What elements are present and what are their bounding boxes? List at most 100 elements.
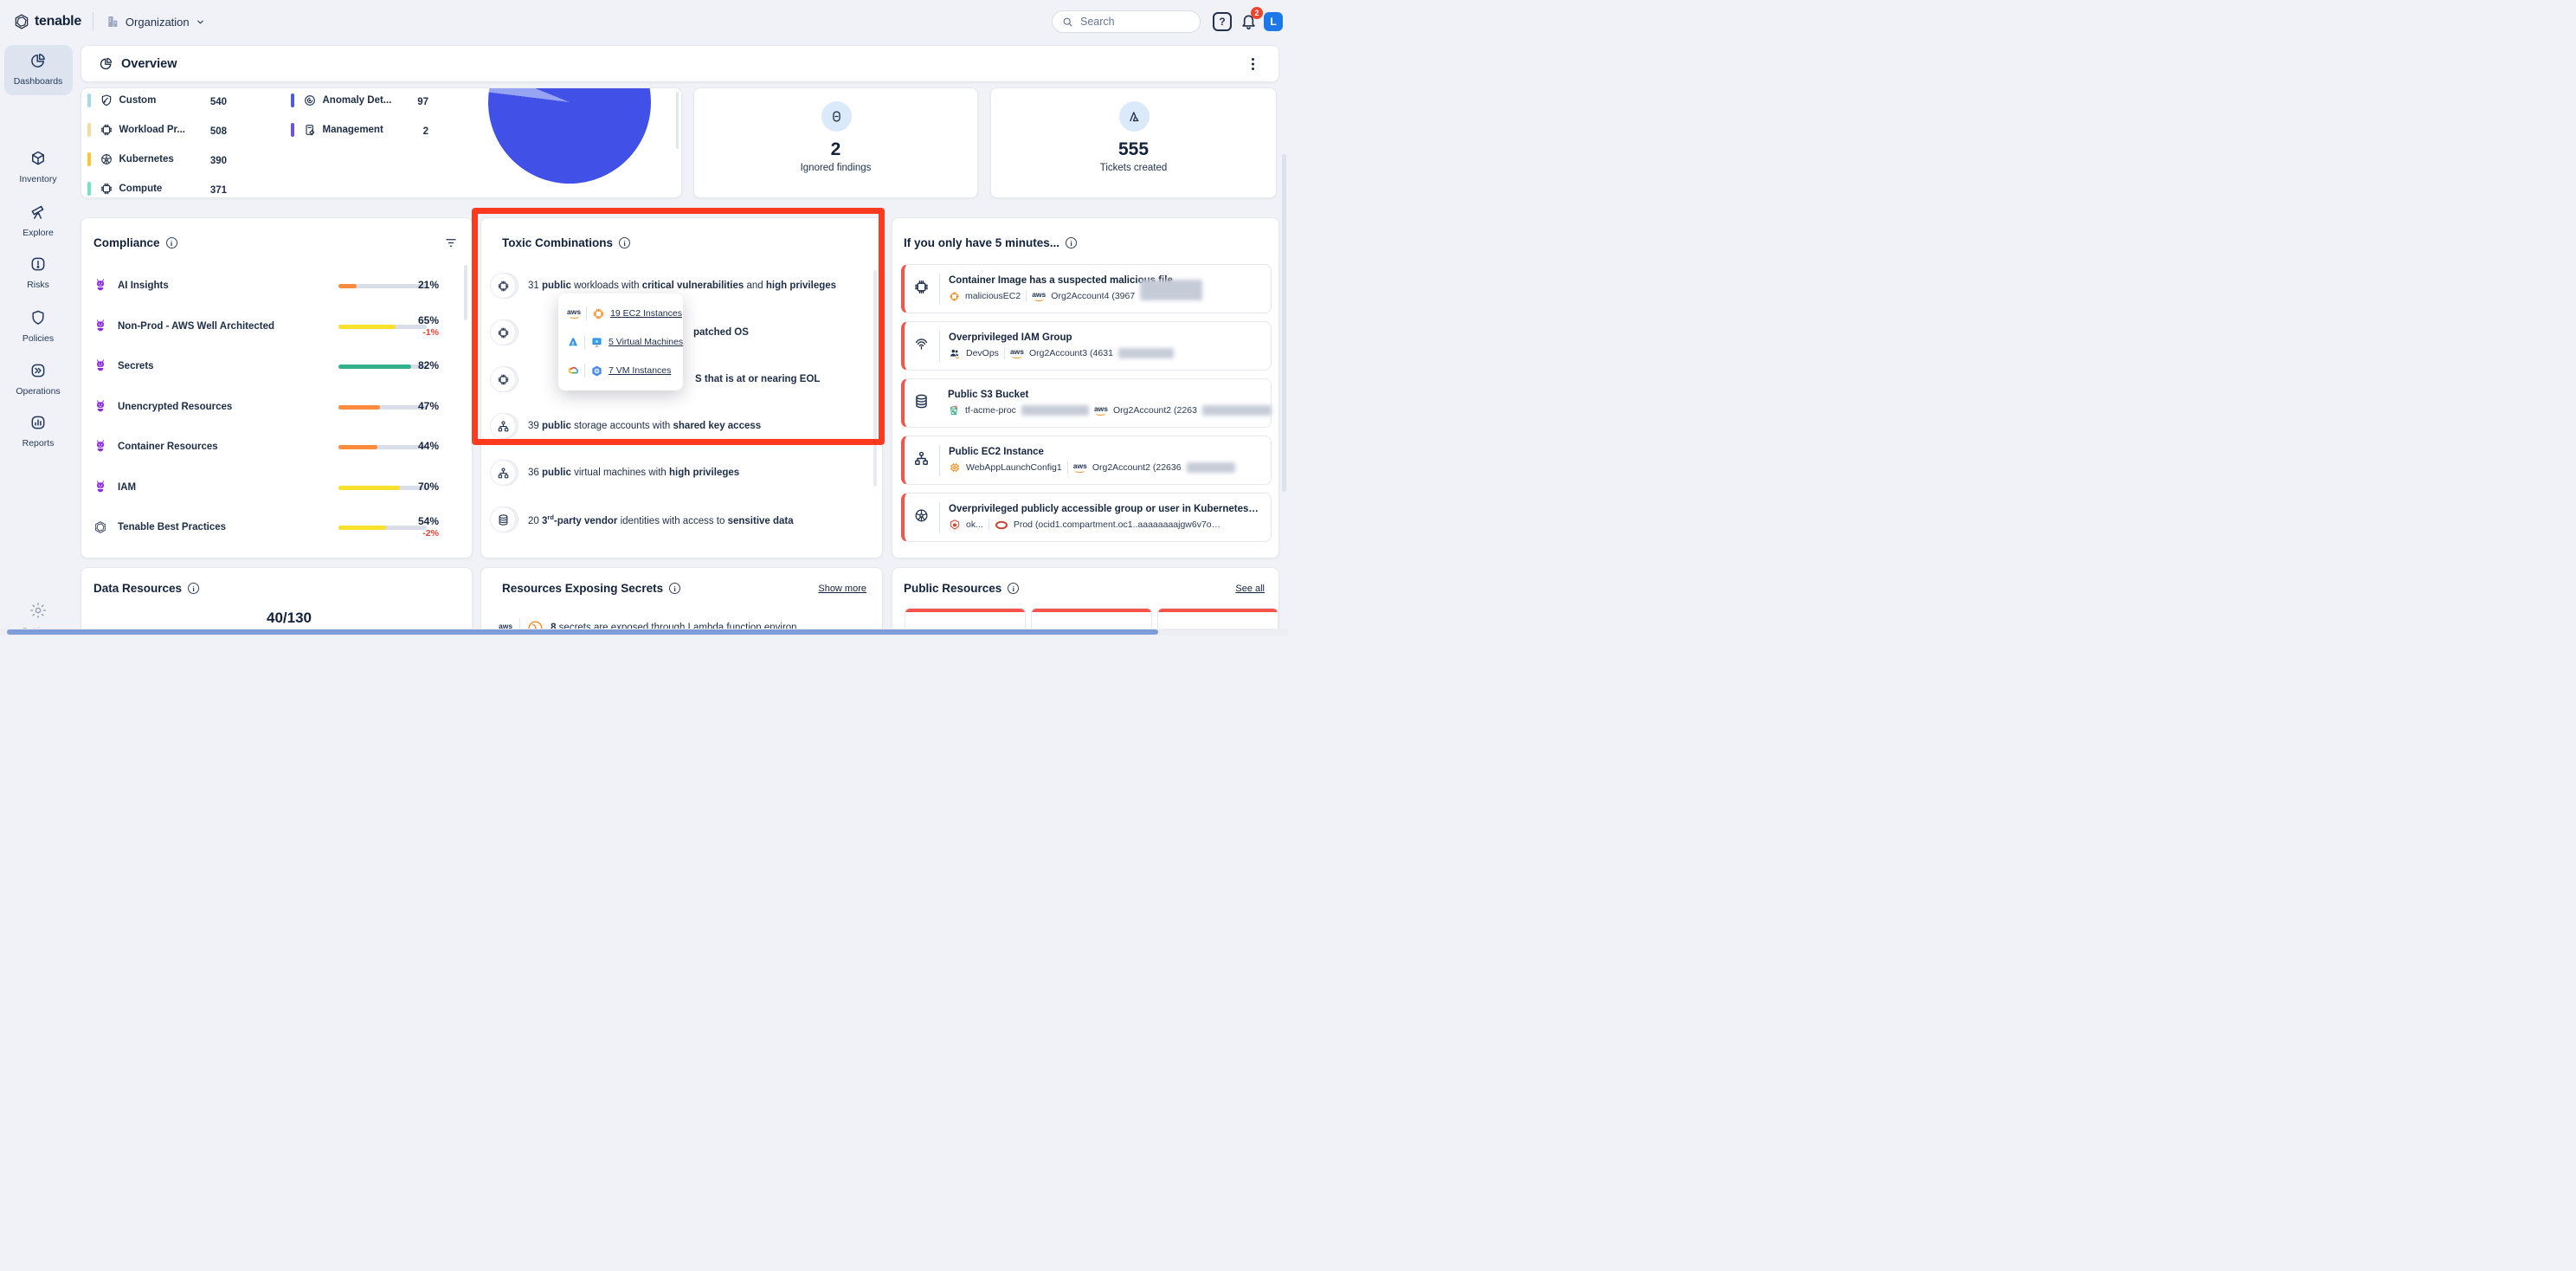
info-icon[interactable]: i bbox=[669, 583, 680, 594]
severity-top-bar bbox=[1032, 609, 1151, 612]
anomaly-icon bbox=[303, 94, 317, 107]
sidebar-item-risks[interactable]: Risks bbox=[0, 255, 76, 290]
five-minutes-card[interactable]: Overprivileged publicly accessible group… bbox=[901, 493, 1272, 542]
finding-title: Public S3 Bucket bbox=[948, 390, 1259, 400]
tenable-hex-icon bbox=[13, 13, 30, 30]
sidebar-item-reports[interactable]: Reports bbox=[0, 414, 76, 448]
panel-title: Resources Exposing Secrets bbox=[502, 582, 663, 595]
horizontal-scrollbar-thumb[interactable] bbox=[7, 629, 1158, 635]
sidebar-item-dashboards[interactable]: Dashboards bbox=[0, 52, 76, 87]
legend-color-bar bbox=[87, 152, 91, 166]
vertical-scrollbar-thumb[interactable] bbox=[1282, 154, 1286, 492]
legend-item[interactable]: Compute bbox=[87, 181, 162, 197]
pie-chart-icon bbox=[99, 56, 113, 71]
fingerprint-icon bbox=[913, 336, 930, 357]
panel-scrollbar[interactable] bbox=[873, 270, 877, 487]
card-scrollbar[interactable] bbox=[676, 92, 679, 149]
compliance-row[interactable]: Tenable Best Practices 54% -2% bbox=[93, 519, 461, 536]
divider bbox=[1004, 347, 1005, 359]
account-label: Org2Account2 (22636 bbox=[1092, 462, 1182, 473]
redacted-blur bbox=[1187, 462, 1235, 473]
toxic-row[interactable]: 39 public storage accounts with shared k… bbox=[490, 413, 761, 439]
search-input[interactable]: Search bbox=[1052, 10, 1201, 33]
s3-bucket-icon bbox=[948, 404, 960, 416]
tooltip-link[interactable]: 19 EC2 Instances bbox=[610, 308, 682, 319]
progress-bar bbox=[338, 365, 411, 369]
resource-name[interactable]: DevOps bbox=[966, 348, 999, 358]
ec2-chip-icon bbox=[592, 307, 605, 320]
kebab-menu-button[interactable] bbox=[1246, 55, 1259, 78]
legend-item[interactable]: Workload Pr... bbox=[87, 122, 185, 138]
toxic-row[interactable]: 36 public virtual machines with high pri… bbox=[490, 460, 739, 486]
filter-icon[interactable] bbox=[444, 236, 458, 254]
help-button[interactable]: ? bbox=[1213, 12, 1232, 31]
resource-name[interactable]: tf-acme-proc bbox=[965, 405, 1016, 416]
sidebar: Dashboards Inventory Explore Risks Polic… bbox=[0, 43, 76, 636]
five-minutes-card[interactable]: Public S3 Bucket tf-acme-proc aws Org2Ac… bbox=[901, 378, 1272, 428]
shield-icon bbox=[29, 309, 47, 326]
tenable-logo[interactable]: tenable bbox=[13, 13, 81, 30]
framework-robot-icon bbox=[93, 481, 107, 494]
info-icon[interactable]: i bbox=[188, 583, 199, 594]
toxic-row[interactable] bbox=[490, 366, 516, 392]
chevrons-square-icon bbox=[29, 362, 47, 379]
findings-pie-chart[interactable] bbox=[488, 87, 651, 184]
divider bbox=[939, 274, 940, 305]
compliance-row[interactable]: AI Insights 21% bbox=[93, 277, 461, 294]
compliance-row[interactable]: Container Resources 44% bbox=[93, 438, 461, 455]
legend-item[interactable]: Anomaly Det... bbox=[291, 93, 391, 108]
stat-label: Tickets created bbox=[991, 163, 1276, 173]
legend-color-bar bbox=[291, 94, 294, 107]
framework-robot-icon bbox=[93, 359, 107, 373]
show-more-link[interactable]: Show more bbox=[818, 584, 866, 594]
legend-item[interactable]: Management bbox=[291, 122, 383, 138]
five-minutes-card[interactable]: Overprivileged IAM Group DevOps aws Org2… bbox=[901, 321, 1272, 371]
compliance-row[interactable]: IAM 70% bbox=[93, 479, 461, 496]
toxic-row[interactable] bbox=[490, 319, 516, 345]
avatar[interactable]: L bbox=[1264, 12, 1283, 31]
sidebar-item-inventory[interactable]: Inventory bbox=[0, 150, 76, 184]
framework-robot-icon bbox=[93, 440, 107, 454]
oracle-logo-icon bbox=[995, 520, 1008, 530]
panel-title: Toxic Combinations bbox=[502, 236, 613, 249]
sidebar-item-explore[interactable]: Explore bbox=[0, 203, 76, 238]
severity-top-bar bbox=[905, 609, 1025, 612]
exposing-secrets-panel: Resources Exposing Secrets i Show more a… bbox=[480, 567, 883, 636]
tooltip-row: 5 Virtual Machines bbox=[567, 334, 683, 350]
progress-bar bbox=[338, 445, 377, 449]
tickets-created-card: 555 Tickets created bbox=[990, 87, 1277, 198]
divider bbox=[939, 445, 940, 476]
toxic-row-text: 31 public workloads with critical vulner… bbox=[528, 281, 836, 291]
legend-item[interactable]: Kubernetes bbox=[87, 152, 174, 167]
see-all-link[interactable]: See all bbox=[1235, 584, 1265, 594]
progress-bar bbox=[338, 405, 380, 410]
tooltip-link[interactable]: 5 Virtual Machines bbox=[609, 337, 683, 347]
notifications-button[interactable]: 2 bbox=[1240, 12, 1258, 35]
resource-name[interactable]: WebAppLaunchConfig1 bbox=[966, 462, 1062, 473]
info-icon[interactable]: i bbox=[1066, 237, 1077, 248]
five-minutes-card[interactable]: Container Image has a suspected maliciou… bbox=[901, 264, 1272, 313]
compliance-row[interactable]: Non-Prod - AWS Well Architected 65% -1% bbox=[93, 318, 461, 335]
info-icon[interactable]: i bbox=[619, 237, 630, 248]
aws-logo-icon: aws bbox=[1032, 291, 1046, 302]
chip-icon bbox=[100, 123, 113, 137]
info-icon[interactable]: i bbox=[1008, 583, 1019, 594]
compliance-row[interactable]: Unencrypted Resources 47% bbox=[93, 398, 461, 416]
tooltip-link[interactable]: 7 VM Instances bbox=[609, 365, 671, 376]
compliance-row[interactable]: Secrets 82% bbox=[93, 358, 461, 375]
legend-value: 97 bbox=[404, 97, 428, 107]
progress-bar bbox=[338, 284, 357, 288]
sidebar-item-policies[interactable]: Policies bbox=[0, 309, 76, 344]
toxic-row[interactable]: 20 3rd-party vendor identities with acce… bbox=[490, 506, 794, 532]
legend-item[interactable]: Custom bbox=[87, 93, 156, 108]
organization-label: Organization bbox=[126, 16, 190, 29]
public-resources-panel: Public Resources i See all bbox=[892, 567, 1279, 636]
chip-icon bbox=[490, 273, 516, 299]
organization-selector[interactable]: Organization bbox=[106, 15, 205, 29]
resource-name[interactable]: maliciousEC2 bbox=[965, 291, 1021, 301]
panel-scrollbar[interactable] bbox=[464, 265, 467, 320]
info-icon[interactable]: i bbox=[166, 237, 177, 248]
resource-name[interactable]: ok... bbox=[966, 519, 983, 530]
five-minutes-card[interactable]: Public EC2 Instance WebAppLaunchConfig1 … bbox=[901, 435, 1272, 485]
sidebar-item-operations[interactable]: Operations bbox=[0, 362, 76, 397]
